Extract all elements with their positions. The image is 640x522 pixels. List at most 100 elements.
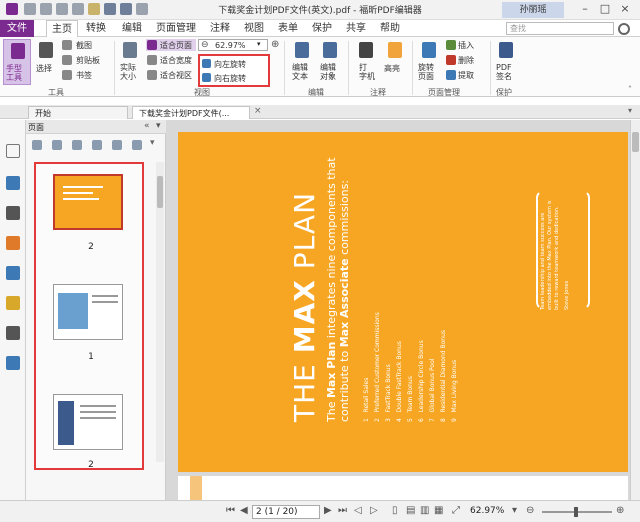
cover-page-icon[interactable]: ▦ [434,505,443,516]
page-number-input[interactable]: 2 (1 / 20) [252,505,320,519]
highlight-button[interactable]: 高亮 [382,39,408,85]
page-icon[interactable] [6,144,20,158]
pdf-page[interactable]: THE MAX PLAN The Max Plan integrates nin… [178,132,628,472]
thumbnail-page-2[interactable] [53,284,123,340]
collapse-panel-icon[interactable]: « [144,121,150,131]
last-page-icon[interactable]: ⏭ [338,505,347,516]
list-item-text: Leadership Circle Bonus [418,340,425,413]
bookmark-button[interactable]: 书签 [62,69,110,81]
menu-view[interactable]: 视图 [240,20,268,37]
zoom-in-icon[interactable]: ⊕ [271,39,279,50]
pdf-sign-button[interactable]: PDF 签名 [494,39,518,85]
rotate-page-cw-icon[interactable] [132,140,142,150]
extract-button[interactable]: 提取 [446,69,486,81]
extract-icon [446,70,456,80]
search-input[interactable]: 查找 [506,22,614,35]
rotate-page-button[interactable]: 旋转 页面 [416,39,442,85]
user-name[interactable]: 孙丽瑶 [502,2,564,18]
menu-page-management[interactable]: 页面管理 [152,20,200,37]
zoom-slider[interactable] [542,507,612,517]
attachment-icon[interactable] [6,266,20,280]
menu-convert[interactable]: 转换 [82,20,110,37]
edit-text-button[interactable]: 编辑 文本 [290,39,314,85]
continuous-page-icon[interactable]: ▤ [406,505,415,516]
menu-share[interactable]: 共享 [342,20,370,37]
edit-object-button[interactable]: 编辑 对象 [318,39,342,85]
layers-icon[interactable] [6,206,20,220]
document-scrollbar[interactable] [630,120,640,500]
delete-button[interactable]: 删除 [446,54,486,66]
fit-view-button[interactable]: 适合视区 [146,69,196,81]
panel-menu-icon[interactable]: ▾ [156,121,161,131]
tab-document[interactable]: 下载奖金计划PDF文件(... [132,106,250,119]
previous-page-icon[interactable]: ◀ [240,505,248,516]
insert-page-icon[interactable] [32,140,42,150]
maximize-icon[interactable]: □ [598,2,612,16]
pages-panel-header: 页面 « ▾ [26,120,166,134]
zoom-out-icon[interactable]: ⊖ [201,40,209,50]
more-options-icon[interactable]: ▾ [150,138,155,148]
hand-tool-button[interactable]: 手型 工具 [3,39,31,85]
zoom-level[interactable]: 62.97% [470,506,504,516]
group-protect-label: 保护 [496,88,512,97]
form-icon[interactable] [6,326,20,340]
edit-text-icon [295,42,309,58]
zoom-dropdown[interactable]: ⊖ 62.97% ▾ [198,39,268,51]
replace-page-icon[interactable] [52,140,62,150]
chevron-down-icon[interactable]: ▾ [512,505,517,516]
back-icon[interactable]: ◁ [354,505,362,516]
menu-form[interactable]: 表单 [274,20,302,37]
menu-comment[interactable]: 注释 [206,20,234,37]
collapse-ribbon-icon[interactable]: ˄ [628,85,632,94]
clipboard-button[interactable]: 剪贴板 [62,54,114,66]
minimize-icon[interactable]: – [578,2,592,16]
fit-page-button[interactable]: 适合页面 [146,39,196,51]
menu-file[interactable]: 文件 [0,20,34,37]
lock-icon[interactable] [6,296,20,310]
menu-edit[interactable]: 编辑 [118,20,146,37]
next-page-icon[interactable]: ▶ [324,505,332,516]
screenshot-button[interactable]: 截图 [62,39,110,51]
list-item: 9 Max Living Bonus [451,359,458,422]
tools-icon[interactable] [6,356,20,370]
scroll-thumb[interactable] [157,176,163,208]
rotate-right-item[interactable]: 向右旋转 [202,72,266,84]
fit-view-icon [147,70,157,80]
rotate-left-item[interactable]: 向左旋转 [202,58,266,70]
insert-button[interactable]: 插入 [446,39,486,51]
panel-scrollbar[interactable] [156,162,164,462]
actual-size-button[interactable]: 实际 大小 [118,39,142,85]
max-associate-label: Max Associate [338,258,351,348]
list-item-text: Global Bonus Pool [429,358,436,413]
thumbnail-page-1[interactable] [53,174,123,230]
typewriter-button[interactable]: 打 字机 [354,39,378,85]
facing-page-icon[interactable]: ▥ [420,505,429,516]
fit-icon[interactable]: ⤢ [452,505,460,516]
forward-icon[interactable]: ▷ [370,505,378,516]
ribbon-separator [348,41,349,95]
zoom-slider-handle[interactable] [574,507,578,517]
pages-icon[interactable] [6,176,20,190]
zoom-in-icon[interactable]: ⊕ [616,505,624,516]
single-page-icon[interactable]: ▯ [392,505,398,516]
fit-width-button[interactable]: 适合宽度 [146,54,196,66]
close-icon[interactable]: × [618,2,632,16]
actual-size-icon [123,42,137,58]
extract-page-icon[interactable] [72,140,82,150]
comments-icon[interactable] [6,236,20,250]
scroll-thumb[interactable] [632,132,639,152]
rotate-page-ccw-icon[interactable] [112,140,122,150]
menu-protect[interactable]: 保护 [308,20,336,37]
delete-page-icon[interactable] [92,140,102,150]
first-page-icon[interactable]: ⏮ [226,505,235,516]
thumbnail-page-3[interactable] [53,394,123,450]
tab-menu-icon[interactable]: ▾ [628,106,632,115]
close-tab-icon[interactable]: × [254,106,262,116]
chevron-down-icon[interactable]: ▾ [257,40,261,48]
search-icon[interactable] [618,23,630,35]
menu-home[interactable]: 主页 [46,20,78,37]
zoom-out-icon[interactable]: ⊖ [526,505,534,516]
select-button[interactable]: 选择 [34,39,58,85]
menu-help[interactable]: 帮助 [376,20,404,37]
tab-start[interactable]: 开始 [28,106,128,119]
